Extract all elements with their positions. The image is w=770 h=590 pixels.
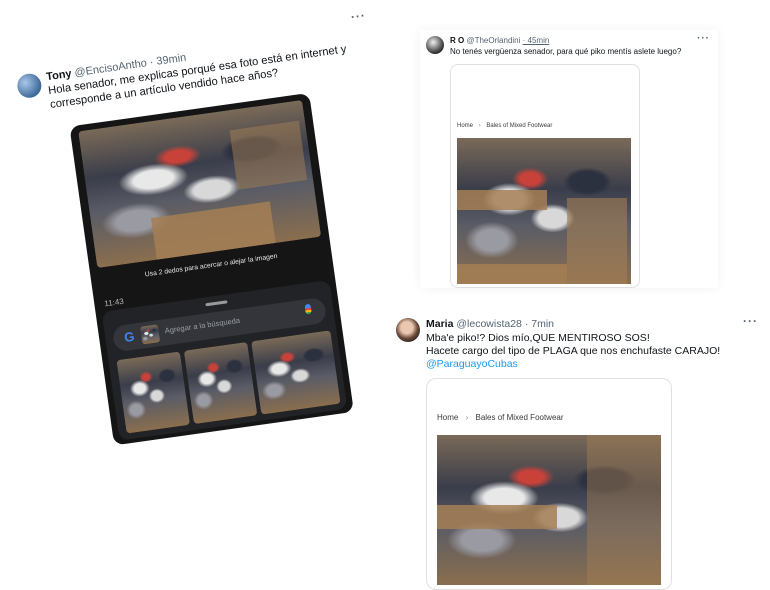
- tweet-text: No tenés vergüenza senador, para qué pik…: [450, 47, 682, 56]
- avatar[interactable]: [396, 318, 420, 342]
- tweet-ro[interactable]: R O @TheOrlandini · 45min ··· No tenés v…: [420, 30, 718, 288]
- result-image[interactable]: [116, 351, 191, 434]
- author-name[interactable]: R O: [450, 36, 464, 45]
- breadcrumb: Home › Bales of Mixed Footwear: [437, 413, 564, 422]
- avatar[interactable]: [15, 72, 43, 100]
- shoes-photo: [437, 435, 661, 585]
- shoes-photo: [78, 99, 322, 269]
- google-icon: G: [120, 328, 139, 347]
- result-image[interactable]: [251, 330, 341, 415]
- more-options-icon[interactable]: ···: [743, 314, 758, 328]
- tweet-line: Mba'e piko!? Dios mío,QUE MENTIROSO SOS!: [426, 332, 650, 344]
- breadcrumb-page[interactable]: Bales of Mixed Footwear: [475, 413, 563, 422]
- author-name[interactable]: Maria: [426, 318, 453, 330]
- breadcrumb: Home › Bales of Mixed Footwear: [457, 123, 553, 129]
- avatar[interactable]: [426, 36, 444, 54]
- attached-screenshot[interactable]: Home › Bales of Mixed Footwear: [450, 64, 640, 288]
- breadcrumb-home[interactable]: Home: [457, 123, 473, 129]
- author-handle[interactable]: @TheOrlandini: [466, 36, 520, 45]
- author-name[interactable]: Tony: [46, 68, 73, 83]
- result-image[interactable]: [183, 341, 258, 425]
- attached-screenshot[interactable]: Home › Bales of Mixed Footwear: [426, 378, 672, 590]
- drag-handle[interactable]: [205, 300, 228, 307]
- tweet-time[interactable]: · 7min: [525, 318, 554, 330]
- author-handle[interactable]: @lecowista28: [456, 318, 522, 330]
- more-options-icon[interactable]: ···: [697, 33, 710, 44]
- more-options-icon[interactable]: ···: [350, 8, 367, 24]
- mic-icon[interactable]: [304, 303, 312, 315]
- tweet-maria[interactable]: Maria @lecowista28 · 7min ··· Mba'e piko…: [388, 308, 770, 590]
- shoes-photo: [457, 138, 631, 284]
- thumbnail-image: [139, 324, 161, 345]
- breadcrumb-page[interactable]: Bales of Mixed Footwear: [486, 123, 552, 129]
- lens-sheet: G Agregar a la búsqueda: [101, 279, 348, 441]
- mention-link[interactable]: @ParaguayoCubas: [426, 358, 720, 371]
- status-time: 11:43: [103, 296, 125, 309]
- tweet-line: Hacete cargo del tipo de PLAGA que nos e…: [426, 345, 721, 357]
- breadcrumb-home[interactable]: Home: [437, 413, 458, 422]
- tweet-text: Mba'e piko!? Dios mío,QUE MENTIROSO SOS!…: [426, 332, 720, 371]
- tweet-header: Maria @lecowista28 · 7min: [426, 318, 554, 330]
- tweet-header: R O @TheOrlandini · 45min: [450, 36, 549, 45]
- attached-screenshot[interactable]: Usa 2 dedos para acercar o alejar la ima…: [69, 92, 354, 446]
- tweet-tony[interactable]: Tony @EncisoAntho · 39min ··· Hola senad…: [0, 0, 438, 458]
- search-placeholder[interactable]: Agregar a la búsqueda: [164, 316, 240, 335]
- tweet-time[interactable]: · 45min: [523, 36, 550, 45]
